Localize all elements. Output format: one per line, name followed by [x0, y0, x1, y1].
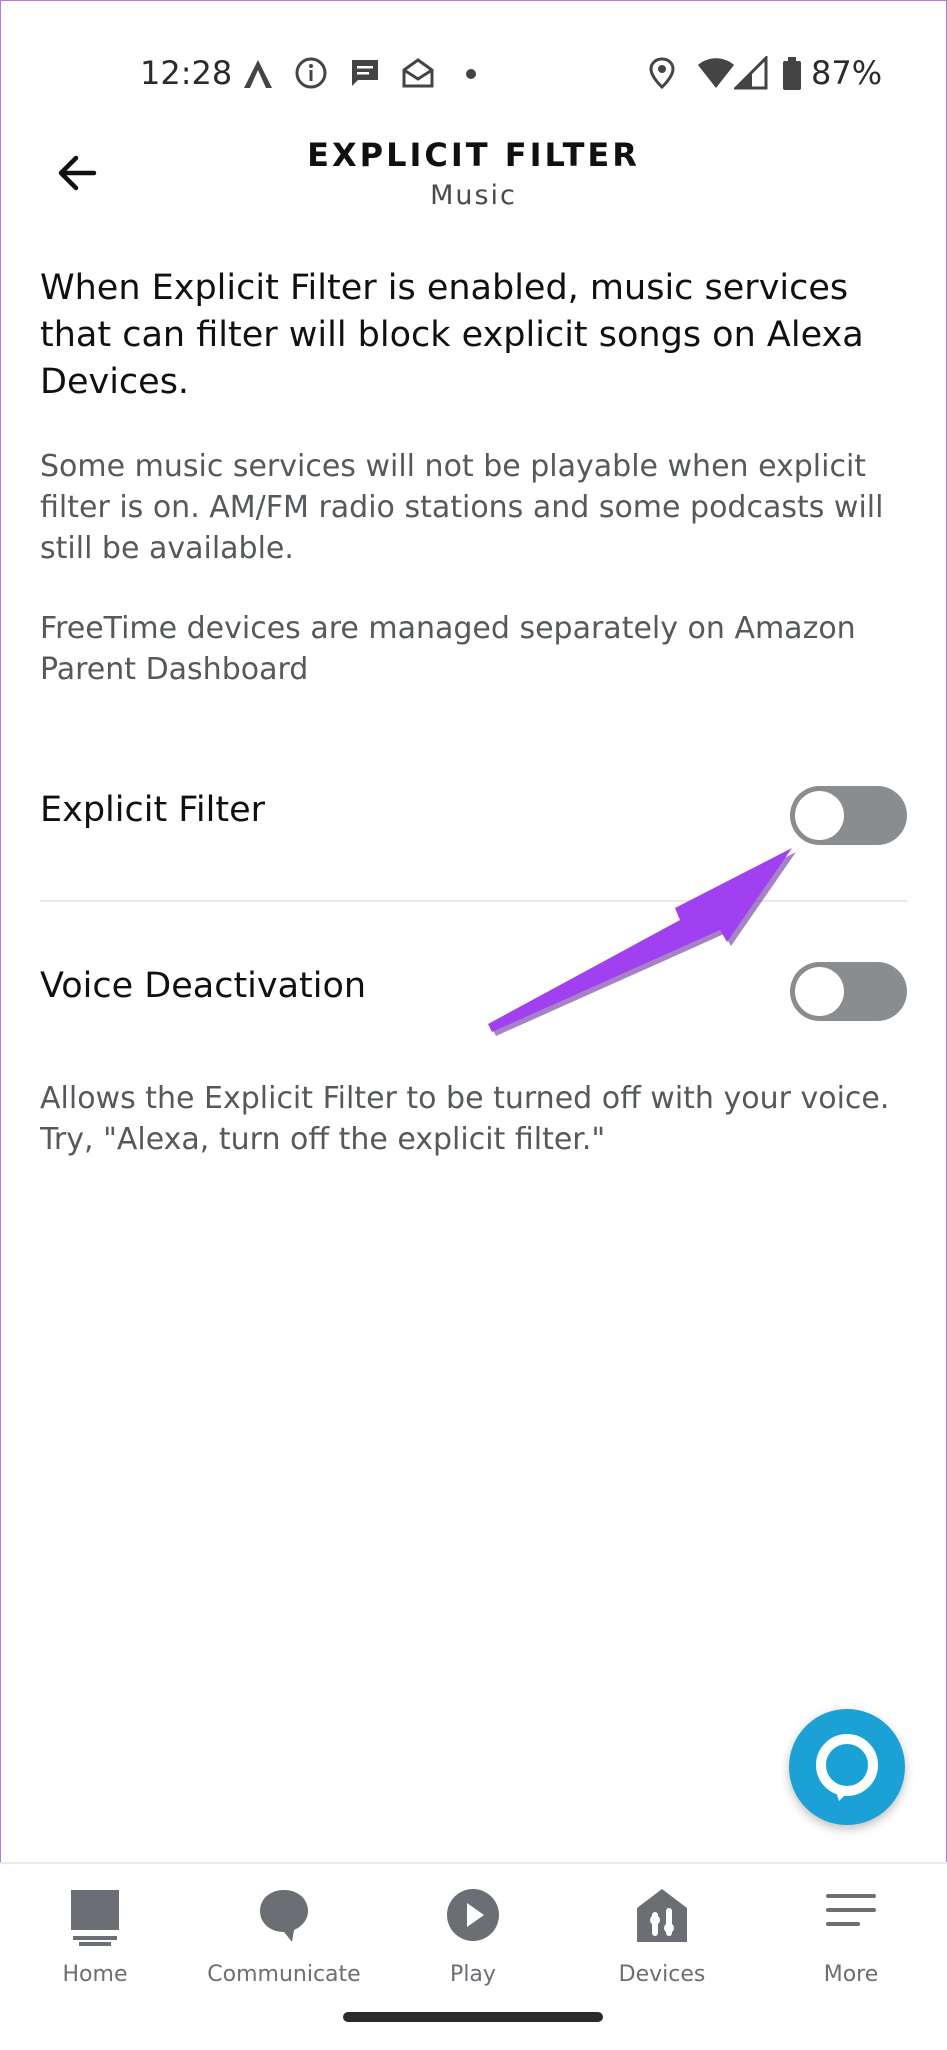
dot-icon — [466, 69, 476, 79]
nav-more[interactable]: More — [756, 1864, 946, 1994]
mail-icon — [402, 58, 434, 88]
nav-label: Home — [62, 1962, 128, 1987]
devices-icon — [637, 1889, 687, 1942]
status-time: 12:28 — [140, 54, 233, 92]
autodesk-icon — [244, 60, 272, 88]
nav-label: Play — [450, 1962, 496, 1987]
nav-devices[interactable]: Devices — [567, 1864, 757, 1994]
nav-play[interactable]: Play — [378, 1864, 568, 1994]
message-icon — [352, 60, 378, 86]
voice-deactivation-label: Voice Deactivation — [40, 966, 367, 1006]
nav-home[interactable]: Home — [0, 1864, 190, 1994]
toggle-knob — [795, 967, 844, 1016]
nav-label: More — [823, 1962, 879, 1987]
annotation-arrow — [488, 848, 796, 1036]
explicit-filter-toggle[interactable] — [790, 786, 907, 845]
voice-deactivation-description: Allows the Explicit Filter to be turned … — [40, 1081, 890, 1157]
page-subtitle: Music — [430, 180, 517, 211]
alexa-icon — [816, 1734, 878, 1801]
info-icon — [295, 57, 327, 89]
battery-percent: 87% — [811, 54, 883, 92]
more-icon — [826, 1894, 876, 1926]
nav-label: Devices — [618, 1962, 706, 1987]
play-icon — [447, 1889, 499, 1941]
freetime-note: FreeTime devices are managed separately … — [40, 611, 856, 687]
communicate-icon — [260, 1890, 308, 1942]
voice-deactivation-toggle[interactable] — [790, 962, 907, 1021]
battery-icon — [783, 57, 801, 90]
playback-note: Some music services will not be playable… — [40, 449, 884, 566]
explicit-filter-label: Explicit Filter — [40, 790, 265, 830]
page-title: EXPLICIT FILTER — [307, 136, 640, 174]
location-icon — [649, 57, 675, 90]
signal-icon — [734, 56, 768, 90]
alexa-voice-button[interactable] — [789, 1709, 905, 1825]
home-icon — [71, 1890, 119, 1946]
wifi-icon — [698, 58, 734, 88]
home-indicator — [343, 2012, 603, 2022]
toggle-knob — [795, 791, 844, 840]
nav-communicate[interactable]: Communicate — [189, 1864, 379, 1994]
intro-text: When Explicit Filter is enabled, music s… — [40, 268, 864, 402]
nav-label: Communicate — [207, 1962, 361, 1987]
